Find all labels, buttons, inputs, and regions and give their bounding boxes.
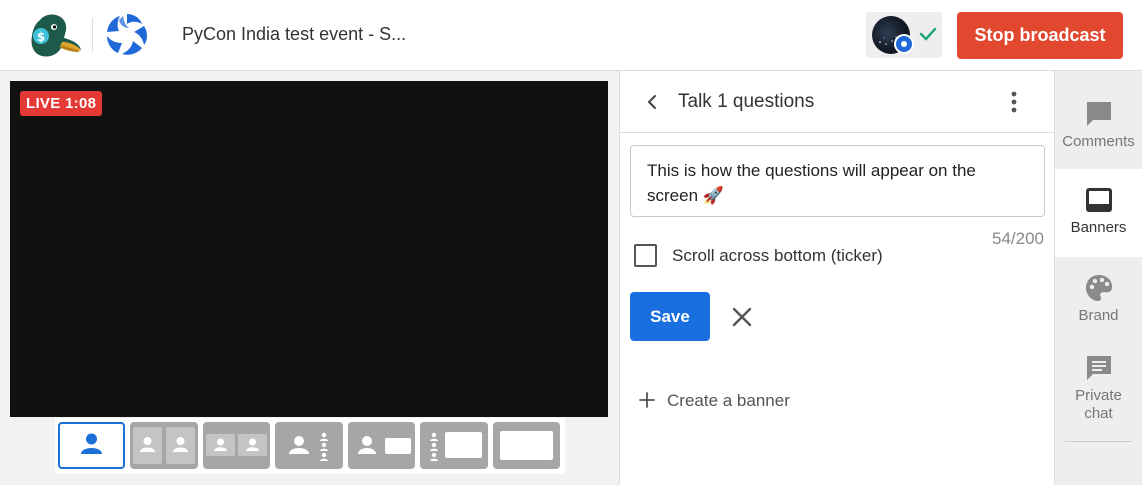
more-vertical-icon[interactable]: [1004, 89, 1024, 115]
ticker-label[interactable]: Scroll across bottom (ticker): [672, 246, 883, 266]
live-badge: LIVE 1:08: [20, 91, 103, 116]
persons-screen-icon: [430, 432, 482, 461]
save-button[interactable]: Save: [630, 292, 710, 341]
panel-title: Talk 1 questions: [678, 91, 815, 112]
create-banner-label: Create a banner: [667, 391, 790, 410]
sidenav-divider: [1065, 441, 1132, 442]
stage-preview: LIVE 1:08: [10, 81, 608, 417]
panel-header: Talk 1 questions: [620, 71, 1055, 133]
screen-icon: [500, 431, 553, 460]
sidebar-item-banners[interactable]: Banners: [1055, 169, 1142, 257]
streamyard-badge-icon: [894, 34, 914, 54]
sidebar-item-label: Private chat: [1075, 387, 1122, 422]
side-nav: Comments Banners Brand Private chat: [1055, 71, 1142, 485]
check-icon: [919, 27, 937, 41]
sidebar-item-label: Brand: [1078, 307, 1119, 324]
sidebar-item-private-chat[interactable]: Private chat: [1055, 341, 1142, 437]
person-icon: [81, 433, 102, 454]
layout-split-two-button[interactable]: [130, 422, 198, 469]
ticker-checkbox[interactable]: [634, 244, 657, 267]
layout-thin-split-button[interactable]: [203, 422, 270, 469]
chevron-left-icon[interactable]: [642, 91, 662, 113]
stop-broadcast-button[interactable]: Stop broadcast: [957, 12, 1123, 59]
sidebar-item-comments[interactable]: Comments: [1055, 87, 1142, 169]
layout-group-button[interactable]: [275, 422, 343, 469]
broadcaster-avatar-box[interactable]: [866, 12, 942, 58]
thin-split-icon: [206, 434, 267, 456]
layout-selector: [55, 418, 565, 474]
sidebar-item-label: Comments: [1062, 133, 1135, 150]
chat-icon: [1086, 356, 1111, 380]
palette-icon: [1085, 275, 1112, 301]
svg-text:$: $: [37, 30, 45, 44]
close-icon[interactable]: [730, 305, 754, 329]
sidebar-item-label: Banners: [1070, 219, 1127, 236]
character-counter: 54/200: [992, 229, 1044, 248]
two-person-icon: [133, 427, 195, 464]
layout-full-screen-button[interactable]: [493, 422, 560, 469]
duck-logo-icon: $: [31, 14, 81, 57]
banner-text-input[interactable]: This is how the questions will appear on…: [630, 145, 1045, 217]
event-title[interactable]: PyCon India test event - S...: [182, 24, 406, 45]
banner-icon: [1085, 188, 1112, 212]
layout-solo-button[interactable]: [58, 422, 125, 469]
logo-divider: [92, 18, 93, 52]
plus-icon: [639, 392, 655, 408]
sidebar-item-brand[interactable]: Brand: [1055, 257, 1142, 341]
layout-leader-button[interactable]: [348, 422, 415, 469]
stage-area: LIVE 1:08: [0, 71, 619, 485]
group-icon: [289, 432, 328, 461]
layout-small-screen-button[interactable]: [420, 422, 488, 469]
banners-panel: Talk 1 questions This is how the questio…: [619, 71, 1055, 485]
top-bar: $ PyCon India test event - S... Stop bro…: [0, 0, 1142, 71]
comment-icon: [1086, 102, 1111, 126]
swirl-logo-icon: [107, 14, 147, 55]
person-screen-icon: [358, 436, 411, 454]
